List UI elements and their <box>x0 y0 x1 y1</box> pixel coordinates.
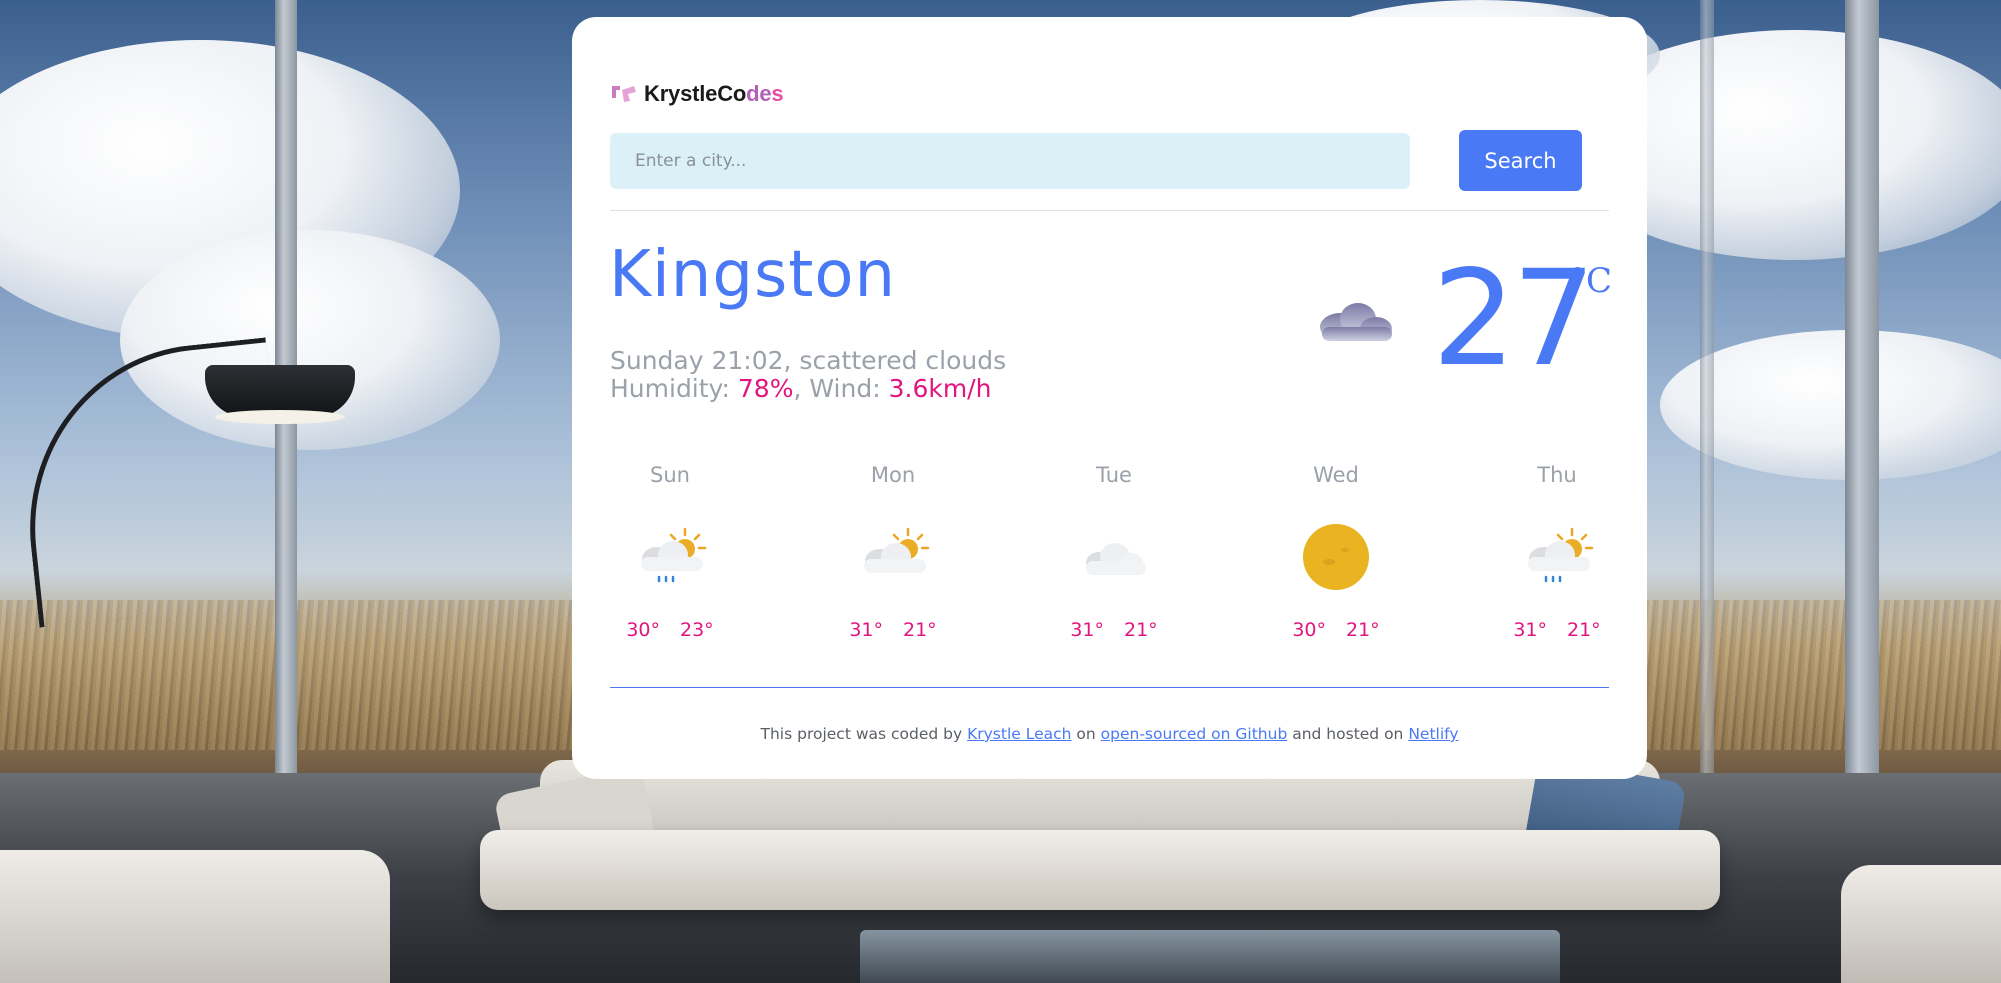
forecast-max: 30° <box>626 619 660 641</box>
footer-text: on <box>1071 725 1101 743</box>
search-button[interactable]: Search <box>1459 130 1582 191</box>
forecast-day-name: Wed <box>1313 463 1359 487</box>
forecast-min: 21° <box>1124 619 1158 641</box>
sofa <box>480 757 1720 930</box>
brand-name: KrystleCodes <box>644 81 784 106</box>
forecast-day-name: Mon <box>870 463 916 487</box>
humidity-wind-line: Humidity: 78%, Wind: 3.6km/h <box>610 375 1006 403</box>
forecast-temps: 31° 21° <box>1497 619 1617 641</box>
brand-logo[interactable]: KrystleCodes <box>610 81 784 107</box>
sofa-seat <box>480 830 1720 910</box>
footer: This project was coded by Krystle Leach … <box>572 725 1647 743</box>
forecast-day-name: Sun <box>650 463 690 487</box>
forecast-max: 30° <box>1292 619 1326 641</box>
forecast-day: Mon 31° 21° <box>833 463 953 641</box>
forecast-min: 21° <box>1567 619 1601 641</box>
forecast-max: 31° <box>1513 619 1547 641</box>
separator: , <box>793 374 810 403</box>
forecast-temps: 31° 21° <box>1054 619 1174 641</box>
forecast-day-name: Thu <box>1537 463 1577 487</box>
city-name: Kingston <box>609 238 897 312</box>
lounge-chair <box>0 850 390 983</box>
temperature-unit[interactable]: °C <box>1569 261 1612 301</box>
forecast-min: 21° <box>1346 619 1380 641</box>
sun-icon <box>1276 517 1396 597</box>
divider <box>610 210 1609 211</box>
humidity-value: 78% <box>737 374 794 403</box>
sun-rain-cloud-icon <box>610 517 730 597</box>
forecast: Sun 30° 23° Mon 31° 21° Tue 31° 21° Wed … <box>610 463 1610 663</box>
divider <box>610 687 1609 688</box>
forecast-day: Wed 30° 21° <box>1276 463 1396 641</box>
forecast-temps: 30° 23° <box>610 619 730 641</box>
datetime-description: Sunday 21:02, scattered clouds <box>610 346 1007 375</box>
sun-rain-cloud-icon <box>1497 517 1617 597</box>
floor-lamp-light <box>215 410 345 424</box>
coffee-table <box>860 930 1560 983</box>
window-frame <box>1845 0 1879 800</box>
forecast-min: 23° <box>680 619 714 641</box>
weather-details: Sunday 21:02, scattered clouds Humidity:… <box>610 347 1006 403</box>
current-temperature: 27 <box>1432 242 1596 396</box>
footer-text: and hosted on <box>1287 725 1409 743</box>
forecast-day: Tue 31° 21° <box>1054 463 1174 641</box>
lounge-chair <box>1841 865 2001 983</box>
wind-label: Wind: <box>809 374 889 403</box>
forecast-max: 31° <box>849 619 883 641</box>
forecast-temps: 30° 21° <box>1276 619 1396 641</box>
forecast-day: Sun 30° 23° <box>610 463 730 641</box>
weather-card: KrystleCodes Search Kingston Sunday 21:0… <box>572 17 1647 779</box>
krystlecodes-logo-icon <box>610 83 638 105</box>
forecast-day: Thu 31° 21° <box>1497 463 1617 641</box>
wind-value: 3.6km/h <box>888 374 992 403</box>
footer-text: This project was coded by <box>760 725 968 743</box>
sun-cloud-icon <box>833 517 953 597</box>
forecast-day-name: Tue <box>1096 463 1132 487</box>
netlify-link[interactable]: Netlify <box>1408 725 1458 743</box>
humidity-label: Humidity: <box>610 374 738 403</box>
city-search-input[interactable] <box>610 133 1410 189</box>
cloud-icon <box>1054 517 1174 597</box>
scattered-clouds-icon <box>1312 297 1394 351</box>
github-link[interactable]: open-sourced on Github <box>1101 725 1288 743</box>
forecast-min: 21° <box>903 619 937 641</box>
author-link[interactable]: Krystle Leach <box>967 725 1071 743</box>
window-frame <box>1700 0 1714 780</box>
search-form: Search <box>610 115 1610 191</box>
forecast-temps: 31° 21° <box>833 619 953 641</box>
forecast-max: 31° <box>1070 619 1104 641</box>
